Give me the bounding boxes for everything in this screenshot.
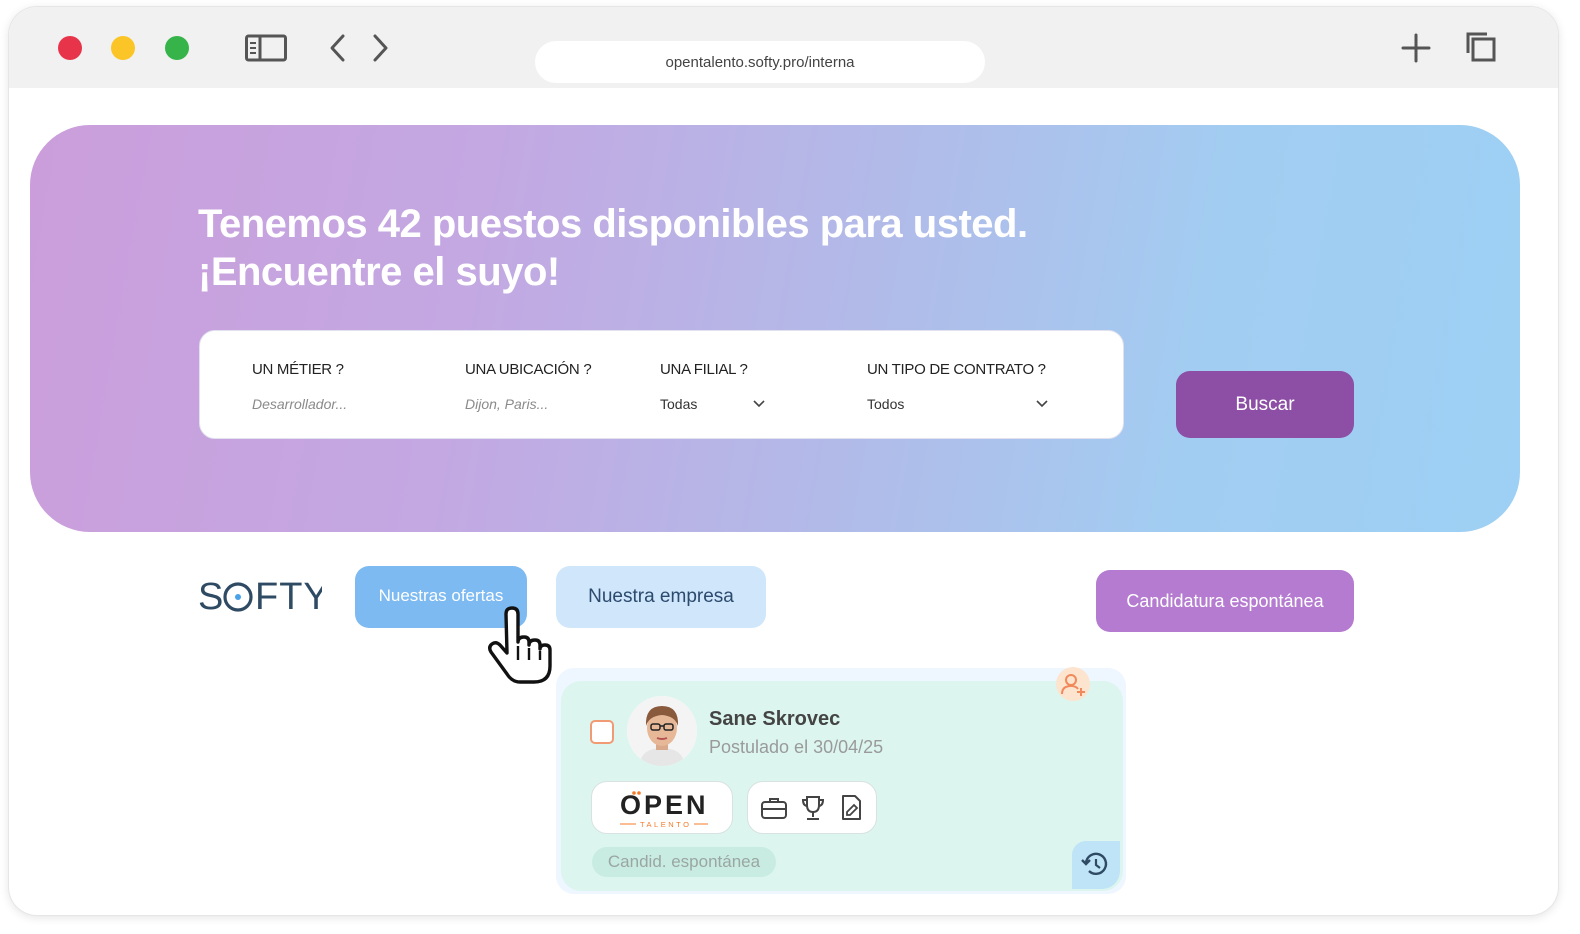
history-button[interactable] <box>1072 841 1120 889</box>
contrato-select[interactable]: Todos <box>867 396 1046 412</box>
ubicacion-field[interactable]: UNA UBICACIÓN ? Dijon, Paris... <box>465 361 592 412</box>
nuestra-empresa-button[interactable]: Nuestra empresa <box>556 566 766 628</box>
new-tab-plus-icon[interactable] <box>1401 33 1431 63</box>
ubicacion-label: UNA UBICACIÓN ? <box>465 361 592 378</box>
candidate-photo <box>627 696 697 766</box>
filial-select[interactable]: Todas <box>660 396 748 412</box>
hero-title-line2: ¡Encuentre el suyo! <box>198 250 560 294</box>
history-icon <box>1081 852 1108 876</box>
hero-banner: Tenemos 42 puestos disponibles para uste… <box>30 125 1520 532</box>
document-edit-icon[interactable] <box>838 794 864 822</box>
svg-text:FTY: FTY <box>255 578 322 614</box>
candidate-name[interactable]: Sane Skrovec <box>709 708 840 731</box>
tabs-overview-icon[interactable] <box>1465 31 1497 63</box>
candidate-select-checkbox[interactable] <box>590 720 614 744</box>
hero-title: Tenemos 42 puestos disponibles para uste… <box>198 200 1198 296</box>
chevron-down-icon[interactable] <box>1035 397 1049 411</box>
source-badge-open-talento: OPEN TALENTO <box>591 781 733 834</box>
candidate-info-icons <box>747 781 877 834</box>
briefcase-icon[interactable] <box>760 795 788 821</box>
back-arrow-icon[interactable] <box>327 33 349 63</box>
svg-text:S: S <box>198 578 224 614</box>
forward-arrow-icon[interactable] <box>369 33 391 63</box>
candidate-applied-date: Postulado el 30/04/25 <box>709 737 884 757</box>
trophy-icon[interactable] <box>800 794 826 822</box>
sidebar-toggle-icon[interactable] <box>245 32 287 64</box>
filial-label: UNA FILIAL ? <box>660 361 748 378</box>
address-bar[interactable]: opentalento.softy.pro/interna <box>535 41 985 83</box>
search-button[interactable]: Buscar <box>1176 371 1354 438</box>
contrato-label: UN TIPO DE CONTRATO ? <box>867 361 1046 378</box>
talento-logo-text: TALENTO <box>640 820 691 829</box>
metier-field[interactable]: UN MÉTIER ? Desarrollador... <box>252 361 347 412</box>
minimize-window-button[interactable] <box>111 36 135 60</box>
add-user-icon <box>1061 674 1085 696</box>
hero-title-line1: Tenemos 42 puestos disponibles para uste… <box>198 202 1028 246</box>
close-window-button[interactable] <box>58 36 82 60</box>
candidatura-espontanea-button[interactable]: Candidatura espontánea <box>1096 570 1354 632</box>
hand-pointer-cursor-icon <box>488 606 552 684</box>
contrato-field[interactable]: UN TIPO DE CONTRATO ? Todos <box>867 361 1046 412</box>
candidate-avatar <box>627 696 697 766</box>
add-user-button[interactable] <box>1056 667 1090 701</box>
softy-logo[interactable]: S FTY <box>198 578 322 614</box>
ubicacion-input[interactable]: Dijon, Paris... <box>465 396 591 412</box>
candidature-type-tag: Candid. espontánea <box>592 847 776 877</box>
metier-input[interactable]: Desarrollador... <box>252 396 347 412</box>
filial-field[interactable]: UNA FILIAL ? Todas <box>660 361 748 412</box>
chevron-down-icon[interactable] <box>752 397 766 411</box>
job-search-form: UN MÉTIER ? Desarrollador... UNA UBICACI… <box>199 330 1124 439</box>
metier-label: UN MÉTIER ? <box>252 361 344 378</box>
open-talento-logo: OPEN TALENTO <box>620 790 708 829</box>
maximize-window-button[interactable] <box>165 36 189 60</box>
